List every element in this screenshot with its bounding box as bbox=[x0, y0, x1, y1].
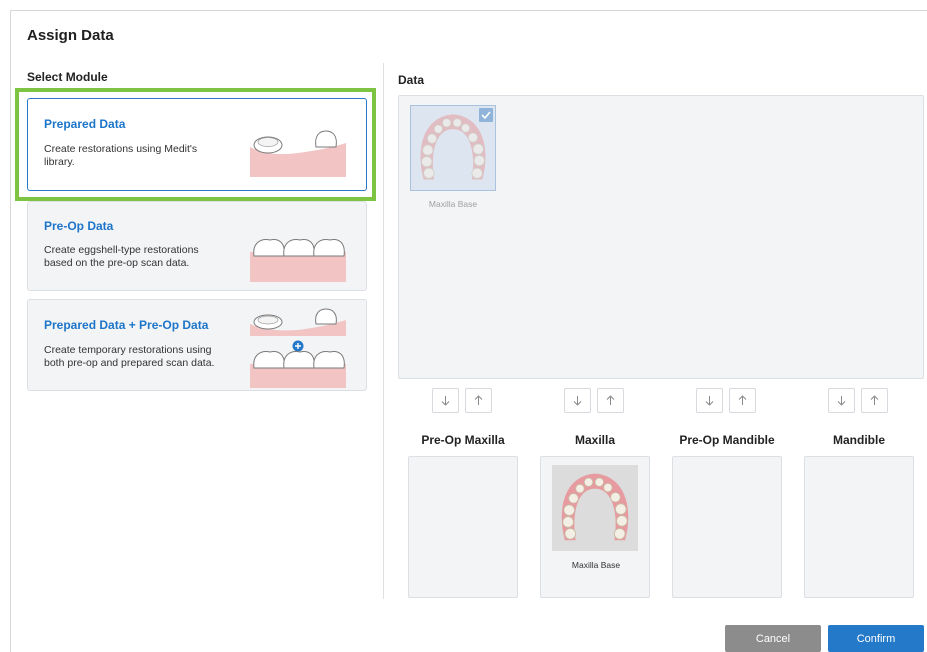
move-down-mandible-button[interactable] bbox=[828, 388, 855, 413]
column-divider bbox=[383, 63, 384, 599]
move-down-pre-op-maxilla-button[interactable] bbox=[432, 388, 459, 413]
arrow-down-icon bbox=[573, 396, 582, 406]
slot-mandible[interactable] bbox=[804, 456, 914, 598]
arrow-up-icon bbox=[474, 395, 483, 405]
move-up-pre-op-maxilla-button[interactable] bbox=[465, 388, 492, 413]
module-description: Create eggshell-type restorations based … bbox=[44, 244, 199, 269]
module-title: Prepared Data bbox=[44, 117, 126, 131]
module-card-prepared-plus-pre-op[interactable]: Prepared Data + Pre-Op Data Create tempo… bbox=[27, 299, 367, 391]
cancel-button[interactable]: Cancel bbox=[725, 625, 821, 652]
arrow-up-icon bbox=[606, 395, 615, 405]
data-item-thumbnail[interactable] bbox=[410, 105, 496, 191]
move-up-pre-op-mandible-button[interactable] bbox=[729, 388, 756, 413]
slot-label-pre-op-maxilla: Pre-Op Maxilla bbox=[421, 433, 505, 447]
slot-pre-op-maxilla[interactable] bbox=[408, 456, 518, 598]
arrow-down-icon bbox=[441, 396, 450, 406]
checkbox-checked-icon[interactable] bbox=[479, 108, 493, 122]
slot-pre-op-mandible[interactable] bbox=[672, 456, 782, 598]
module-description: Create temporary restorations using both… bbox=[44, 344, 215, 369]
module-card-pre-op-data[interactable]: Pre-Op Data Create eggshell-type restora… bbox=[27, 201, 367, 291]
arrow-down-icon bbox=[705, 396, 714, 406]
module-title: Prepared Data + Pre-Op Data bbox=[44, 318, 209, 332]
select-module-label: Select Module bbox=[27, 70, 108, 84]
data-item-label: Maxilla Base bbox=[428, 199, 478, 209]
slot-item-label: Maxilla Base bbox=[571, 560, 621, 570]
arrow-up-icon bbox=[870, 395, 879, 405]
module-description: Create restorations using Medit's librar… bbox=[44, 143, 198, 168]
assign-data-dialog: Assign Data Select Module Prepared Data … bbox=[10, 10, 927, 652]
data-section-label: Data bbox=[398, 73, 425, 87]
slot-maxilla[interactable]: Maxilla Base bbox=[540, 456, 650, 598]
eggshell-teeth-icon bbox=[250, 239, 346, 282]
slot-label-mandible: Mandible bbox=[832, 433, 885, 447]
arrow-up-icon bbox=[738, 395, 747, 405]
module-card-prepared-data[interactable]: Prepared Data Create restorations using … bbox=[27, 98, 367, 191]
move-up-mandible-button[interactable] bbox=[861, 388, 888, 413]
confirm-button[interactable]: Confirm bbox=[828, 625, 924, 652]
move-up-maxilla-button[interactable] bbox=[597, 388, 624, 413]
arrow-down-icon bbox=[837, 396, 846, 406]
combined-teeth-icon bbox=[250, 308, 346, 388]
slot-label-maxilla: Maxilla bbox=[574, 433, 616, 447]
move-down-maxilla-button[interactable] bbox=[564, 388, 591, 413]
maxilla-model-icon bbox=[552, 465, 638, 551]
slot-label-pre-op-mandible: Pre-Op Mandible bbox=[679, 433, 775, 447]
data-panel: Maxilla Base bbox=[398, 95, 924, 379]
module-title: Pre-Op Data bbox=[44, 219, 114, 233]
prepared-tooth-icon bbox=[250, 130, 346, 177]
slot-item-thumbnail[interactable] bbox=[552, 465, 638, 551]
dialog-title: Assign Data bbox=[27, 27, 114, 44]
move-down-pre-op-mandible-button[interactable] bbox=[696, 388, 723, 413]
